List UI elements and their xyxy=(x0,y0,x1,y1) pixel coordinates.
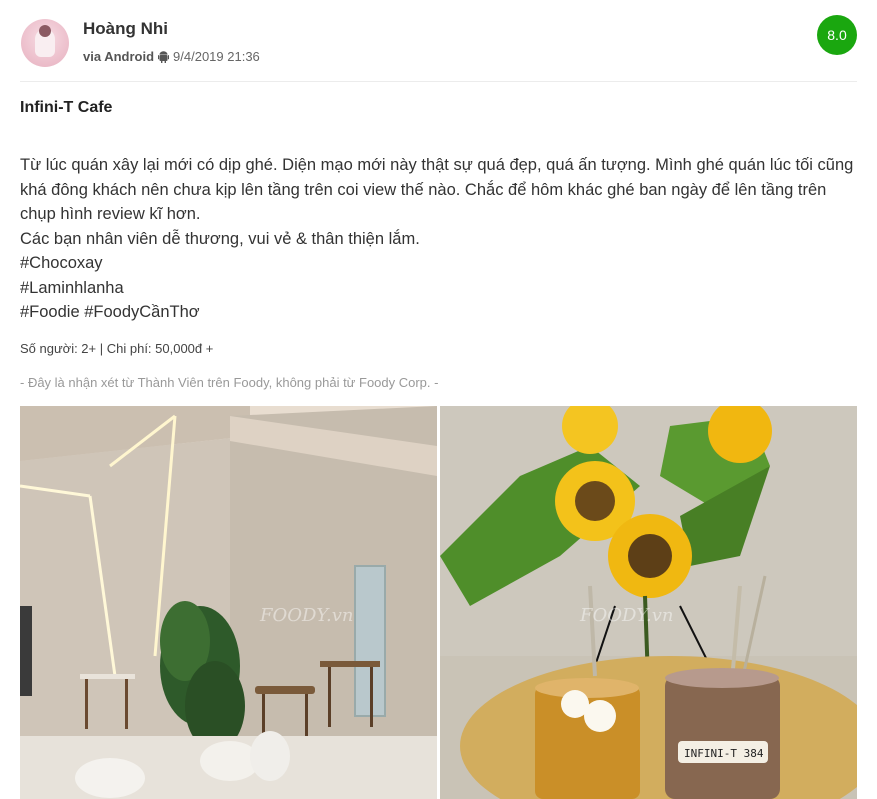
interior-illustration: FOODY.vn xyxy=(20,406,437,799)
chocolate-cup: INFINI-T 384 xyxy=(665,668,780,799)
review-header: Hoàng Nhi via Android 9/4/2019 21:36 8.0 xyxy=(0,0,877,82)
avatar[interactable] xyxy=(21,19,69,67)
review-title[interactable]: Infini-T Cafe xyxy=(20,99,112,117)
android-icon xyxy=(158,50,170,63)
rating-score-badge: 8.0 xyxy=(817,15,857,55)
cup-label: INFINI-T 384 xyxy=(684,747,764,760)
tea-cup xyxy=(535,678,640,799)
disclaimer: - Đây là nhận xét từ Thành Viên trên Foo… xyxy=(20,375,439,390)
sunflower-2 xyxy=(608,514,692,598)
review-photo-interior[interactable]: FOODY.vn xyxy=(20,406,437,799)
review-photo-drinks[interactable]: INFINI-T 384 FOODY.vn xyxy=(440,406,857,799)
post-meta: via Android 9/4/2019 21:36 xyxy=(83,49,260,64)
review-body: Từ lúc quán xây lại mới có dịp ghé. Diện… xyxy=(20,153,860,325)
via-platform: via Android xyxy=(83,49,155,64)
visit-info: Số người: 2+ | Chi phí: 50,000đ + xyxy=(20,341,214,356)
header-divider xyxy=(20,81,857,82)
hashtag-line[interactable]: #Laminhlanha xyxy=(20,276,860,301)
hashtag-line[interactable]: #Chocoxay xyxy=(20,251,860,276)
author-name[interactable]: Hoàng Nhi xyxy=(83,19,168,39)
review-paragraph: Các bạn nhân viên dễ thương, vui vẻ & th… xyxy=(20,229,420,248)
review-paragraph: Từ lúc quán xây lại mới có dịp ghé. Diện… xyxy=(20,156,854,223)
photo-watermark: FOODY.vn xyxy=(579,605,673,626)
avatar-head xyxy=(39,25,51,37)
post-datetime: 9/4/2019 21:36 xyxy=(173,49,260,64)
drinks-illustration: INFINI-T 384 FOODY.vn xyxy=(440,406,857,799)
hashtag-line[interactable]: #Foodie #FoodyCầnThơ xyxy=(20,300,860,325)
photo-watermark: FOODY.vn xyxy=(259,605,353,626)
